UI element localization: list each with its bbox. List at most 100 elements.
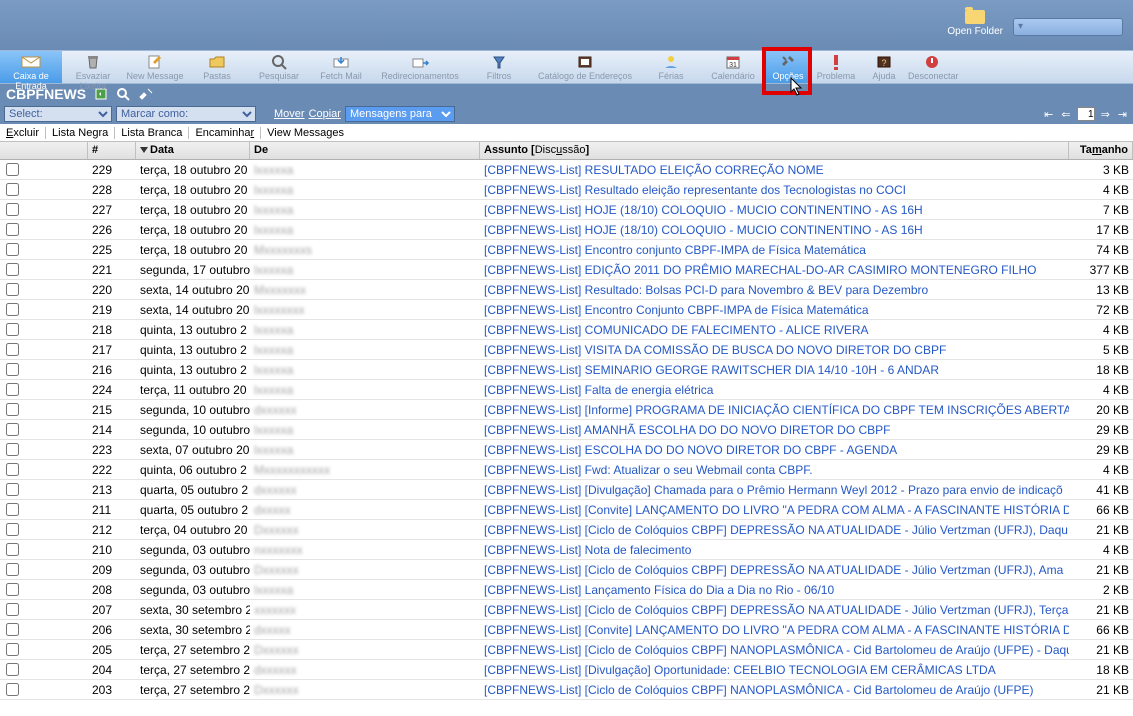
tools-icon[interactable] <box>138 87 154 101</box>
open-folder-button[interactable]: Open Folder <box>947 10 1003 37</box>
subject-link[interactable]: [CBPFNEWS-List] RESULTADO ELEIÇÃO CORREÇ… <box>484 163 824 177</box>
subject-link[interactable]: [CBPFNEWS-List] VISITA DA COMISSÃO DE BU… <box>484 343 946 357</box>
row-checkbox[interactable] <box>6 623 19 636</box>
row-checkbox[interactable] <box>6 503 19 516</box>
subject-link[interactable]: [CBPFNEWS-List] [Ciclo de Colóquios CBPF… <box>484 563 1063 577</box>
folder-dropdown[interactable]: ▾ <box>1013 18 1123 36</box>
subject-link[interactable]: [CBPFNEWS-List] Resultado: Bolsas PCI-D … <box>484 283 928 297</box>
select-dropdown[interactable]: Select: <box>4 106 112 122</box>
table-row[interactable]: 207sexta, 30 setembro 2xxxxxxx[CBPFNEWS-… <box>0 600 1133 620</box>
toolbar-folder[interactable]: Pastas <box>186 51 248 83</box>
next-page-icon[interactable]: ⇒ <box>1099 108 1112 121</box>
subject-link[interactable]: [CBPFNEWS-List] HOJE (18/10) COLOQUIO - … <box>484 203 923 217</box>
row-checkbox[interactable] <box>6 203 19 216</box>
subject-link[interactable]: [CBPFNEWS-List] Nota de falecimento <box>484 543 691 557</box>
row-checkbox[interactable] <box>6 263 19 276</box>
prev-page-icon[interactable]: ⇐ <box>1059 108 1072 121</box>
subject-link[interactable]: [CBPFNEWS-List] SEMINARIO GEORGE RAWITSC… <box>484 363 939 377</box>
toolbar-book[interactable]: Catálogo de Endereços <box>530 51 640 83</box>
subject-link[interactable]: [CBPFNEWS-List] Encontro conjunto CBPF-I… <box>484 243 866 257</box>
subject-link[interactable]: [CBPFNEWS-List] AMANHÃ ESCOLHA DO DO NOV… <box>484 423 891 437</box>
toolbar-trash[interactable]: Esvaziar Lixeira <box>62 51 124 83</box>
row-checkbox[interactable] <box>6 243 19 256</box>
subject-link[interactable]: [CBPFNEWS-List] HOJE (18/10) COLOQUIO - … <box>484 223 923 237</box>
row-checkbox[interactable] <box>6 663 19 676</box>
toolbar-compose[interactable]: New Message <box>124 51 186 83</box>
forward-link[interactable]: Encaminhar <box>189 127 261 139</box>
table-row[interactable]: 228terça, 18 outubro 20lxxxxxa[CBPFNEWS-… <box>0 180 1133 200</box>
toolbar-help[interactable]: ?Ajuda <box>860 51 908 83</box>
subject-link[interactable]: [CBPFNEWS-List] ESCOLHA DO DO NOVO DIRET… <box>484 443 897 457</box>
subject-link[interactable]: [CBPFNEWS-List] [Ciclo de Colóquios CBPF… <box>484 683 1034 697</box>
subject-link[interactable]: [CBPFNEWS-List] [Ciclo de Colóquios CBPF… <box>484 643 1069 657</box>
table-row[interactable]: 210segunda, 03 outubronxxxxxxx[CBPFNEWS-… <box>0 540 1133 560</box>
subject-link[interactable]: [CBPFNEWS-List] [Divulgação] Chamada par… <box>484 483 1063 497</box>
subject-link[interactable]: [CBPFNEWS-List] EDIÇÃO 2011 DO PRÊMIO MA… <box>484 263 1037 277</box>
row-checkbox[interactable] <box>6 283 19 296</box>
row-checkbox[interactable] <box>6 163 19 176</box>
toolbar-options[interactable]: Opções <box>764 51 812 83</box>
copy-link[interactable]: Copiar <box>309 108 341 120</box>
subject-link[interactable]: [CBPFNEWS-List] [Ciclo de Colóquios CBPF… <box>484 603 1068 617</box>
blacklist-link[interactable]: Lista Negra <box>46 127 115 139</box>
table-row[interactable]: 206sexta, 30 setembro 2dxxxxx[CBPFNEWS-L… <box>0 620 1133 640</box>
table-row[interactable]: 220sexta, 14 outubro 20Mxxxxxxx[CBPFNEWS… <box>0 280 1133 300</box>
subject-link[interactable]: [CBPFNEWS-List] [Divulgação] Oportunidad… <box>484 663 996 677</box>
toolbar-fetch[interactable]: Fetch Mail <box>310 51 372 83</box>
move-link[interactable]: Mover <box>274 108 305 120</box>
messages-to-dropdown[interactable]: Mensagens para <box>345 106 455 122</box>
table-row[interactable]: 204terça, 27 setembro 2dxxxxxx[CBPFNEWS-… <box>0 660 1133 680</box>
table-row[interactable]: 224terça, 11 outubro 20lxxxxxa[CBPFNEWS-… <box>0 380 1133 400</box>
row-checkbox[interactable] <box>6 543 19 556</box>
table-row[interactable]: 219sexta, 14 outubro 20lxxxxxxxx[CBPFNEW… <box>0 300 1133 320</box>
table-row[interactable]: 209segunda, 03 outubroDxxxxxx[CBPFNEWS-L… <box>0 560 1133 580</box>
row-checkbox[interactable] <box>6 523 19 536</box>
subject-link[interactable]: [CBPFNEWS-List] Resultado eleição repres… <box>484 183 906 197</box>
table-row[interactable]: 213quarta, 05 outubro 2dxxxxxx[CBPFNEWS-… <box>0 480 1133 500</box>
table-row[interactable]: 229terça, 18 outubro 20lxxxxxa[CBPFNEWS-… <box>0 160 1133 180</box>
delete-link[interactable]: Excluir <box>0 127 46 139</box>
subject-link[interactable]: [CBPFNEWS-List] [Ciclo de Colóquios CBPF… <box>484 523 1068 537</box>
row-checkbox[interactable] <box>6 443 19 456</box>
table-row[interactable]: 217quinta, 13 outubro 2lxxxxxa[CBPFNEWS-… <box>0 340 1133 360</box>
row-checkbox[interactable] <box>6 683 19 696</box>
subject-link[interactable]: [CBPFNEWS-List] Encontro Conjunto CBPF-I… <box>484 303 869 317</box>
table-row[interactable]: 216quinta, 13 outubro 2lxxxxxa[CBPFNEWS-… <box>0 360 1133 380</box>
page-number-input[interactable] <box>1077 107 1095 121</box>
subject-link[interactable]: [CBPFNEWS-List] Fwd: Atualizar o seu Web… <box>484 463 813 477</box>
view-messages-link[interactable]: View Messages <box>261 127 350 139</box>
toolbar-problem[interactable]: Problema <box>812 51 860 83</box>
toolbar-filter[interactable]: Filtros <box>468 51 530 83</box>
subject-link[interactable]: [CBPFNEWS-List] [Convite] LANÇAMENTO DO … <box>484 623 1069 637</box>
table-row[interactable]: 227terça, 18 outubro 20lxxxxxa[CBPFNEWS-… <box>0 200 1133 220</box>
row-checkbox[interactable] <box>6 583 19 596</box>
row-checkbox[interactable] <box>6 383 19 396</box>
table-row[interactable]: 222quinta, 06 outubro 2Mxxxxxxxxxxx[CBPF… <box>0 460 1133 480</box>
table-row[interactable]: 205terça, 27 setembro 2Dxxxxxx[CBPFNEWS-… <box>0 640 1133 660</box>
toolbar-vacation[interactable]: Férias <box>640 51 702 83</box>
table-row[interactable]: 211quarta, 05 outubro 2dxxxxx[CBPFNEWS-L… <box>0 500 1133 520</box>
row-checkbox[interactable] <box>6 363 19 376</box>
toolbar-logout[interactable]: Desconectar <box>908 51 956 83</box>
last-page-icon[interactable]: ⇥ <box>1116 108 1129 121</box>
mark-as-dropdown[interactable]: Marcar como: <box>116 106 256 122</box>
row-checkbox[interactable] <box>6 343 19 356</box>
subject-link[interactable]: [CBPFNEWS-List] [Informe] PROGRAMA DE IN… <box>484 403 1069 417</box>
toolbar-redirect[interactable]: Redirecionamentos <box>372 51 468 83</box>
row-checkbox[interactable] <box>6 643 19 656</box>
header-size[interactable]: Tamanho <box>1069 142 1133 159</box>
row-checkbox[interactable] <box>6 323 19 336</box>
table-row[interactable]: 215segunda, 10 outubrodxxxxxx[CBPFNEWS-L… <box>0 400 1133 420</box>
header-from[interactable]: De <box>250 142 480 159</box>
header-date[interactable]: Data <box>136 142 250 159</box>
first-page-icon[interactable]: ⇤ <box>1042 108 1055 121</box>
row-checkbox[interactable] <box>6 403 19 416</box>
subject-link[interactable]: [CBPFNEWS-List] Lançamento Física do Dia… <box>484 583 834 597</box>
row-checkbox[interactable] <box>6 223 19 236</box>
row-checkbox[interactable] <box>6 563 19 576</box>
toolbar-inbox[interactable]: Caixa de Entrada <box>0 51 62 83</box>
table-row[interactable]: 225terça, 18 outubro 20Mxxxxxxxs[CBPFNEW… <box>0 240 1133 260</box>
subject-link[interactable]: [CBPFNEWS-List] COMUNICADO DE FALECIMENT… <box>484 323 869 337</box>
row-checkbox[interactable] <box>6 483 19 496</box>
table-row[interactable]: 203terça, 27 setembro 2Dxxxxxx[CBPFNEWS-… <box>0 680 1133 700</box>
